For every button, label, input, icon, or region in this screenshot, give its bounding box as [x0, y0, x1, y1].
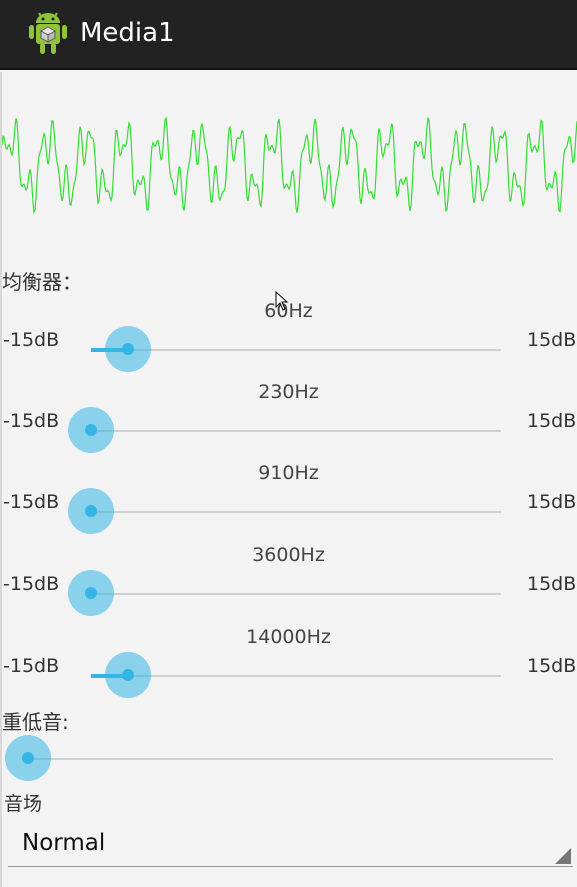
band-slider-thumb[interactable]	[105, 326, 151, 372]
band-min-db-label: -15dB	[3, 491, 60, 513]
band-max-db-label: 15dB	[527, 329, 577, 351]
band-min-db-label: -15dB	[3, 410, 60, 432]
band-frequency-label: 14000Hz	[246, 626, 331, 648]
reverb-spinner[interactable]: Normal	[8, 820, 573, 867]
bass-boost-track	[28, 758, 553, 760]
band-slider-track	[91, 593, 501, 595]
band-min-db-label: -15dB	[3, 329, 60, 351]
band-slider-track	[91, 430, 501, 432]
band-slider-thumb[interactable]	[68, 570, 114, 616]
dropdown-corner-icon	[555, 848, 571, 864]
band-slider-thumb[interactable]	[105, 652, 151, 698]
band-max-db-label: 15dB	[527, 491, 577, 513]
action-bar: Media1	[0, 0, 577, 70]
band-max-db-label: 15dB	[527, 655, 577, 677]
band-frequency-label: 3600Hz	[252, 544, 325, 566]
equalizer-label: 均衡器：	[2, 270, 82, 294]
bass-boost-label: 重低音:	[2, 710, 69, 734]
android-icon[interactable]	[27, 10, 69, 56]
band-min-db-label: -15dB	[3, 573, 60, 595]
reverb-label: 音场	[4, 793, 43, 815]
visualizer-waveform	[2, 115, 577, 215]
band-max-db-label: 15dB	[527, 410, 577, 432]
band-max-db-label: 15dB	[527, 573, 577, 595]
mouse-cursor-icon	[275, 291, 289, 311]
band-frequency-label: 230Hz	[258, 381, 319, 403]
band-slider-track	[91, 511, 501, 513]
band-slider-track	[91, 349, 501, 351]
band-slider-track	[91, 675, 501, 677]
reverb-selected-value: Normal	[22, 830, 106, 856]
bass-boost-thumb[interactable]	[5, 735, 51, 781]
band-min-db-label: -15dB	[3, 655, 60, 677]
app-title: Media1	[80, 18, 175, 48]
band-frequency-label: 910Hz	[258, 462, 319, 484]
band-slider-thumb[interactable]	[68, 488, 114, 534]
band-slider-thumb[interactable]	[68, 407, 114, 453]
